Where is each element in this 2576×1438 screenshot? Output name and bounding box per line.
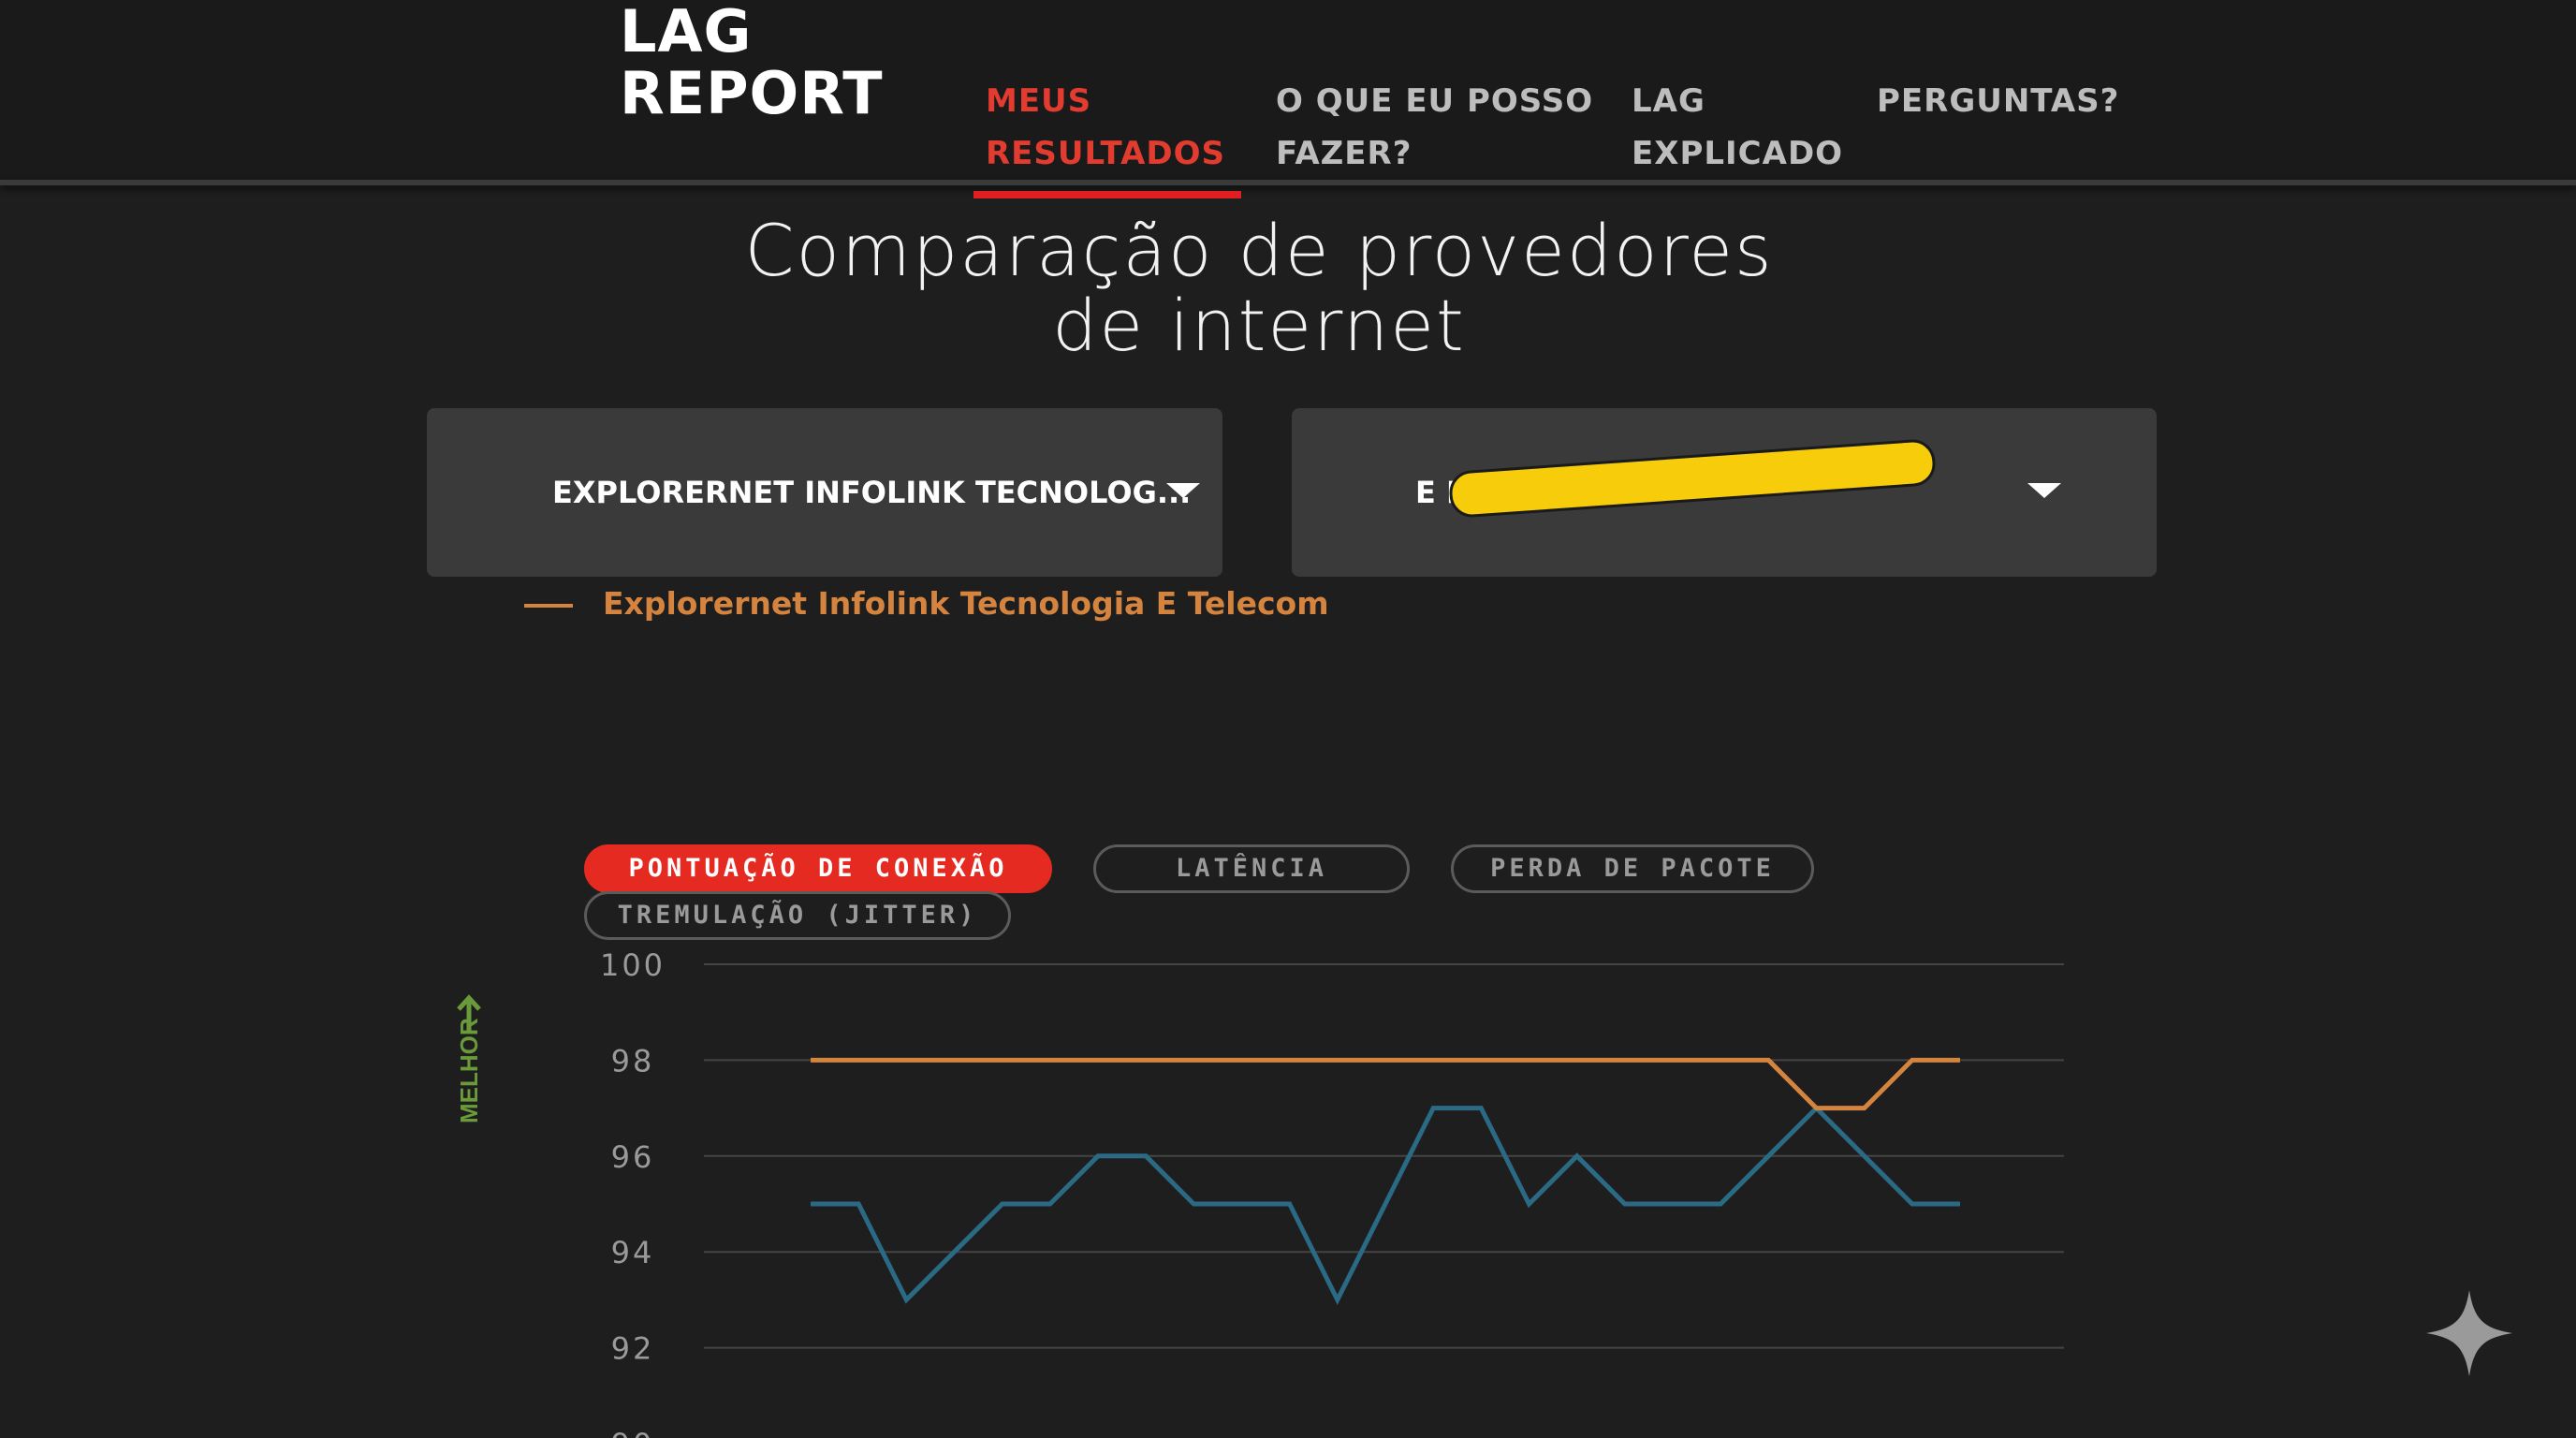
sparkle-icon [2426, 1290, 2512, 1376]
page-title: Comparação de provedores de internet [0, 213, 2518, 363]
logo-line-1: LAG [620, 0, 753, 66]
tab-pontuacao-de-conexao[interactable]: PONTUAÇÃO DE CONEXÃO [584, 844, 1052, 893]
nav-label-line-1: LAG [1632, 82, 1705, 120]
legend-label: Explorernet Infolink Tecnologia E Teleco… [603, 585, 1329, 622]
tab-latencia[interactable]: LATÊNCIA [1093, 844, 1410, 893]
legend-swatch [524, 604, 573, 608]
series-line [811, 1105, 1960, 1305]
site-logo[interactable]: LAG REPORT [620, 0, 884, 127]
header-divider [0, 180, 2576, 185]
better-label: MELHOR [455, 1018, 483, 1123]
y-tick-label: 94 [611, 1235, 655, 1270]
provider-1-select[interactable]: EXPLORERNET INFOLINK TECNOLOG... [427, 408, 1222, 577]
y-tick-label: 100 [600, 947, 666, 983]
y-tick-label: 92 [611, 1331, 655, 1367]
y-tick-label: 90 [611, 1427, 655, 1438]
page: LAG REPORT MEUS RESULTADOS O QUE EU POSS… [0, 0, 2576, 1438]
provider-1-selected-value: EXPLORERNET INFOLINK TECNOLOG... [552, 475, 1192, 510]
chevron-down-icon [2027, 483, 2061, 498]
tab-perda-de-pacote[interactable]: PERDA DE PACOTE [1451, 844, 1814, 893]
series-line [811, 1057, 1960, 1111]
nav-o-que-eu-posso-fazer[interactable]: O QUE EU POSSO FAZER? [1276, 75, 1593, 180]
nav-lag-explicado[interactable]: LAG EXPLICADO [1632, 75, 1843, 180]
logo-line-2: REPORT [620, 59, 884, 127]
active-nav-indicator [973, 191, 1241, 198]
tab-tremulacao-jitter[interactable]: TREMULAÇÃO (JITTER) [584, 891, 1011, 940]
page-title-line-1: Comparação de provedores [744, 209, 1774, 292]
nav-label-line-1: O QUE EU POSSO [1276, 82, 1594, 120]
y-tick-label: 98 [611, 1043, 655, 1078]
nav-label-line-2: FAZER? [1276, 135, 1412, 172]
nav-perguntas[interactable]: PERGUNTAS? [1877, 75, 2119, 127]
chevron-down-icon [1166, 483, 1200, 498]
nav-meus-resultados[interactable]: MEUS RESULTADOS [986, 75, 1225, 180]
page-title-line-2: de internet [1052, 284, 1466, 367]
nav-label-line-2: RESULTADOS [986, 135, 1226, 172]
nav-label-line-2: EXPLICADO [1632, 135, 1844, 172]
nav-label-line-1: MEUS [986, 82, 1092, 120]
better-indicator: MELHOR [455, 994, 483, 1123]
nav-label-line-1: PERGUNTAS? [1877, 82, 2120, 120]
y-tick-label: 96 [611, 1139, 655, 1175]
